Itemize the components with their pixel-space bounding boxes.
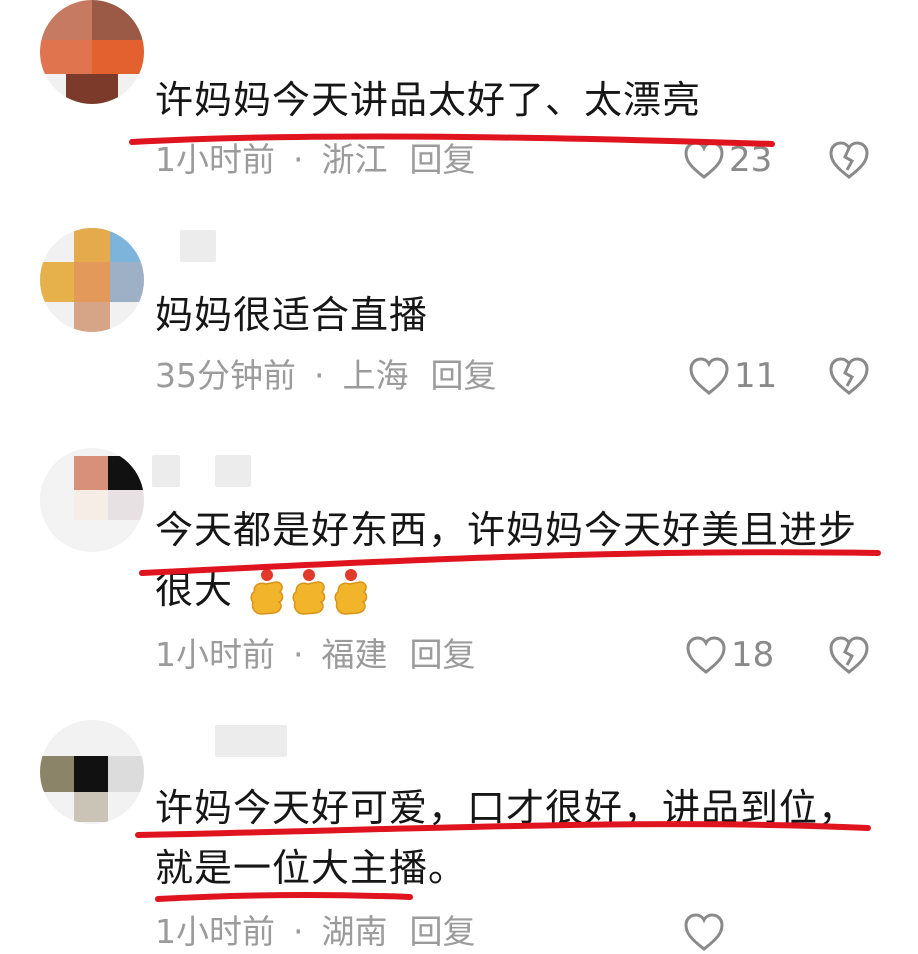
comment-text: 妈妈很适合直播 bbox=[155, 293, 429, 337]
comment-text: 许妈妈今天讲品太好了、太漂亮 bbox=[155, 78, 702, 122]
username-placeholder bbox=[215, 455, 251, 487]
dislike-button[interactable] bbox=[827, 633, 871, 677]
heart-outline-icon bbox=[684, 913, 724, 951]
like-button[interactable]: 11 bbox=[688, 354, 777, 398]
like-count: 18 bbox=[731, 635, 775, 675]
comment-time: 1小时前 bbox=[155, 912, 275, 951]
avatar[interactable] bbox=[40, 228, 144, 332]
broken-heart-icon bbox=[829, 636, 869, 674]
broken-heart-icon bbox=[829, 141, 869, 179]
finger-heart-emoji bbox=[250, 568, 284, 615]
comment-location: 福建 bbox=[321, 635, 388, 674]
broken-heart-icon bbox=[829, 357, 869, 395]
like-count: 23 bbox=[729, 140, 773, 180]
avatar[interactable] bbox=[40, 448, 144, 552]
comment-location: 湖南 bbox=[321, 912, 388, 951]
like-count: 11 bbox=[734, 356, 778, 396]
dislike-button[interactable] bbox=[827, 138, 871, 182]
finger-heart-emoji bbox=[292, 568, 326, 615]
comment-time: 1小时前 bbox=[155, 635, 275, 674]
comment-meta: 1小时前 · 福建 回复 bbox=[155, 635, 476, 675]
heart-outline-icon bbox=[686, 636, 726, 674]
heart-outline-icon bbox=[684, 141, 724, 179]
avatar[interactable] bbox=[40, 720, 144, 824]
username-placeholder bbox=[215, 725, 287, 757]
finger-heart-emoji bbox=[334, 568, 368, 615]
reply-button[interactable]: 回复 bbox=[410, 635, 476, 675]
comment-meta: 35分钟前 · 上海 回复 bbox=[155, 356, 497, 396]
comment-text: 许妈今天好可爱，口才很好，讲品到位， 就是一位大主播。 bbox=[155, 786, 858, 890]
username-placeholder bbox=[152, 455, 180, 487]
heart-outline-icon bbox=[689, 357, 729, 395]
comment-meta: 1小时前 · 浙江 回复 bbox=[155, 140, 476, 180]
comment-location: 上海 bbox=[342, 356, 409, 395]
username-placeholder bbox=[180, 230, 216, 262]
like-button[interactable]: 18 bbox=[685, 633, 774, 677]
like-button[interactable]: 23 bbox=[683, 138, 772, 182]
comment-location: 浙江 bbox=[321, 140, 388, 179]
comment-meta: 1小时前 · 湖南 回复 bbox=[155, 912, 476, 952]
comment-time: 35分钟前 bbox=[155, 356, 296, 395]
reply-button[interactable]: 回复 bbox=[431, 356, 497, 396]
comment-text: 今天都是好东西，许妈妈今天好美且进步 很大 bbox=[155, 500, 857, 620]
reply-button[interactable]: 回复 bbox=[410, 140, 476, 180]
dislike-button[interactable] bbox=[827, 354, 871, 398]
comment-time: 1小时前 bbox=[155, 140, 275, 179]
reply-button[interactable]: 回复 bbox=[410, 912, 476, 952]
like-button[interactable] bbox=[683, 910, 725, 954]
avatar[interactable] bbox=[40, 0, 144, 104]
